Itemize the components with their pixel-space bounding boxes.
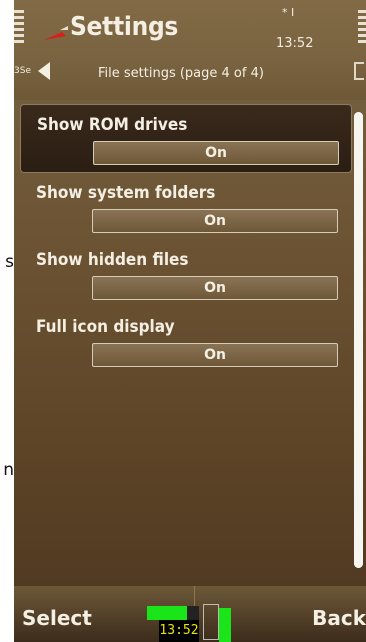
setting-label: Show hidden files bbox=[36, 250, 189, 270]
softkey-bar: Select 13:52 Back bbox=[14, 586, 366, 642]
phone-screen: Settings * I 13:52 3Se File settings (pa… bbox=[14, 0, 366, 642]
nav-prefix: 3Se bbox=[14, 66, 31, 76]
setting-value[interactable]: On bbox=[92, 276, 338, 300]
setting-label: Show system folders bbox=[36, 183, 216, 203]
setting-value[interactable]: On bbox=[92, 343, 338, 367]
settings-app-icon bbox=[44, 26, 68, 40]
next-page-icon[interactable] bbox=[354, 62, 364, 80]
nav-title: File settings (page 4 of 4) bbox=[98, 66, 264, 81]
back-arrow-icon[interactable] bbox=[38, 62, 50, 80]
setting-label: Full icon display bbox=[36, 317, 175, 337]
setting-show-rom-drives[interactable]: Show ROM drives On bbox=[20, 104, 352, 173]
mini-clock: 13:52 bbox=[159, 620, 199, 642]
dark-bar-icon bbox=[187, 606, 199, 620]
green-tall-bar-icon bbox=[219, 608, 231, 642]
app-title: Settings bbox=[70, 12, 179, 42]
setting-show-hidden-files[interactable]: Show hidden files On bbox=[14, 240, 354, 307]
settings-list: Show ROM drives On Show system folders O… bbox=[14, 104, 354, 374]
background-letter-s: s bbox=[5, 252, 14, 272]
battery-icon bbox=[358, 10, 366, 46]
back-button[interactable]: Back bbox=[312, 606, 366, 630]
setting-value[interactable]: On bbox=[92, 209, 338, 233]
status-bar: Settings * I 13:52 3Se File settings (pa… bbox=[14, 0, 366, 100]
background-letter-n: n bbox=[3, 460, 14, 480]
bluetooth-icon: * I bbox=[282, 6, 295, 19]
status-clock: 13:52 bbox=[276, 36, 314, 51]
signal-strength-icon bbox=[14, 10, 24, 46]
scrollbar[interactable] bbox=[354, 112, 363, 568]
setting-full-icon-display[interactable]: Full icon display On bbox=[14, 307, 354, 374]
setting-value[interactable]: On bbox=[93, 141, 339, 165]
setting-show-system-folders[interactable]: Show system folders On bbox=[14, 173, 354, 240]
setting-label: Show ROM drives bbox=[37, 115, 188, 135]
select-button[interactable]: Select bbox=[22, 606, 92, 630]
battery-outline-icon bbox=[203, 604, 219, 640]
green-bar-icon bbox=[147, 606, 187, 620]
scroll-thumb[interactable] bbox=[354, 112, 363, 568]
